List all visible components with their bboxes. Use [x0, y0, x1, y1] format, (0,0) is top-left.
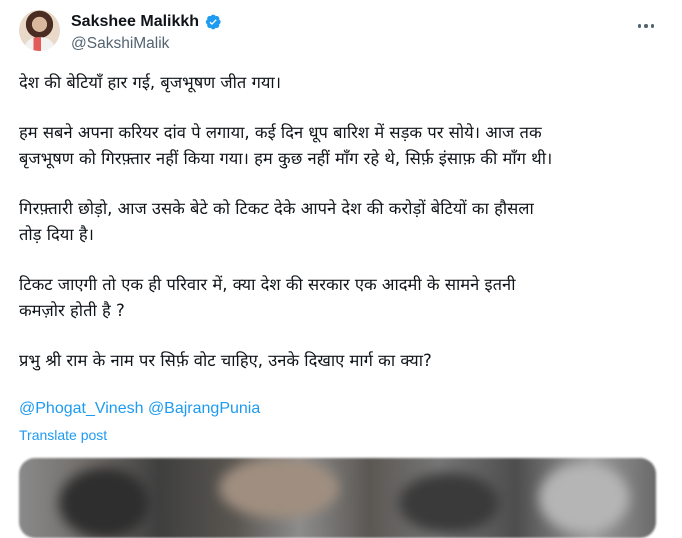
tweet-line: टिकट जाएगी तो एक ही परिवार में, क्या देश…	[19, 275, 516, 294]
more-options-icon[interactable]	[634, 16, 658, 36]
verified-badge-icon	[205, 14, 221, 30]
mention-link[interactable]: @Phogat_Vinesh	[19, 400, 143, 417]
translate-post-link[interactable]: Translate post	[19, 427, 107, 443]
user-handle[interactable]: @SakshiMalik	[71, 35, 169, 53]
tweet-line: गिरफ़्तारी छोड़ो, आज उसके बेटे को टिकट द…	[19, 199, 534, 218]
tweet-header: Sakshee Malikkh @SakshiMalik	[19, 10, 666, 58]
display-name[interactable]: Sakshee Malikkh	[71, 13, 199, 31]
avatar[interactable]	[19, 10, 60, 51]
mentions: @Phogat_Vinesh @BajrangPunia	[19, 400, 260, 418]
tweet-line: तोड़ दिया है।	[19, 225, 94, 244]
tweet-paragraph: टिकट जाएगी तो एक ही परिवार में, क्या देश…	[19, 272, 669, 324]
tweet-text: देश की बेटियाँ हार गई, बृजभूषण जीत गया। …	[19, 70, 669, 374]
mention-link[interactable]: @BajrangPunia	[148, 400, 260, 417]
tweet-line: देश की बेटियाँ हार गई, बृजभूषण जीत गया।	[19, 73, 281, 92]
tweet-line: कमज़ोर होती है ?	[19, 301, 125, 320]
tweet-paragraph: हम सबने अपना करियर दांव पे लगाया, कई दिन…	[19, 120, 669, 172]
media-preview[interactable]	[19, 458, 656, 538]
tweet-line: प्रभु श्री राम के नाम पर सिर्फ़ वोट चाहि…	[19, 351, 432, 370]
tweet-paragraph: गिरफ़्तारी छोड़ो, आज उसके बेटे को टिकट द…	[19, 196, 669, 248]
tweet-paragraph: देश की बेटियाँ हार गई, बृजभूषण जीत गया।	[19, 70, 669, 96]
tweet-line: हम सबने अपना करियर दांव पे लगाया, कई दिन…	[19, 123, 542, 142]
tweet-line: बृजभूषण को गिरफ़्तार नहीं किया गया। हम क…	[19, 149, 553, 168]
name-row: Sakshee Malikkh	[71, 13, 222, 31]
tweet-paragraph: प्रभु श्री राम के नाम पर सिर्फ़ वोट चाहि…	[19, 348, 669, 374]
